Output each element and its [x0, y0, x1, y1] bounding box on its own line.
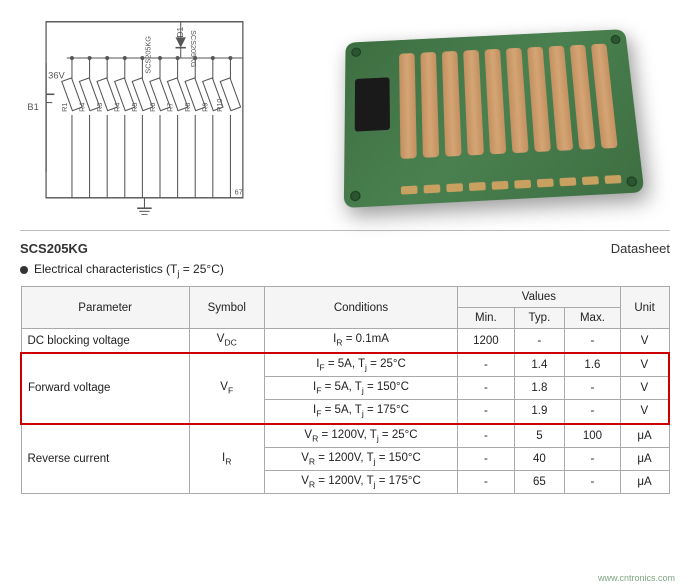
- part-number: SCS205KG: [20, 241, 88, 256]
- min-fv1: -: [458, 353, 514, 377]
- unit-fv1: V: [620, 353, 669, 377]
- min-fv3: -: [458, 400, 514, 424]
- svg-text:D1: D1: [176, 26, 185, 37]
- col-header-unit: Unit: [620, 287, 669, 329]
- svg-text:R1: R1: [60, 103, 69, 112]
- typ-dc-blocking: -: [514, 329, 565, 353]
- svg-text:R10: R10: [215, 99, 224, 112]
- bullet-icon: [20, 266, 28, 274]
- typ-rc2: 40: [514, 447, 565, 470]
- cond-rc1: VR = 1200V, Tj = 25°C: [264, 424, 457, 448]
- unit-fv3: V: [620, 400, 669, 424]
- svg-text:R4: R4: [113, 103, 122, 112]
- max-rc2: -: [565, 447, 620, 470]
- col-header-typ: Typ.: [514, 308, 565, 329]
- col-header-values: Values: [458, 287, 620, 308]
- col-header-min: Min.: [458, 308, 514, 329]
- elec-char-label: Electrical characteristics (Tj = 25°C): [34, 262, 224, 278]
- param-rev-current: Reverse current: [21, 424, 189, 494]
- param-dc-blocking: DC blocking voltage: [21, 329, 189, 353]
- watermark: www.cntronics.com: [598, 573, 675, 583]
- min-rc2: -: [458, 447, 514, 470]
- col-header-conditions: Conditions: [264, 287, 457, 329]
- svg-text:36V: 36V: [48, 71, 65, 81]
- typ-rc3: 65: [514, 471, 565, 494]
- svg-text:R8: R8: [183, 103, 192, 112]
- typ-fv2: 1.8: [514, 376, 565, 399]
- svg-text:GND: GND: [137, 219, 155, 220]
- table-row: DC blocking voltage VDC IR = 0.1mA 1200 …: [21, 329, 669, 353]
- max-fv2: -: [565, 376, 620, 399]
- cond-fv1: IF = 5A, Tj = 25°C: [264, 353, 457, 377]
- param-fwd-voltage: Forward voltage: [21, 353, 189, 424]
- symbol-dc-blocking: VDC: [189, 329, 264, 353]
- col-header-symbol: Symbol: [189, 287, 264, 329]
- max-rc1: 100: [565, 424, 620, 448]
- svg-text:B1: B1: [27, 102, 38, 112]
- max-fv1: 1.6: [565, 353, 620, 377]
- col-header-param: Parameter: [21, 287, 189, 329]
- max-dc-blocking: -: [565, 329, 620, 353]
- cond-rc2: VR = 1200V, Tj = 150°C: [264, 447, 457, 470]
- cond-dc-blocking: IR = 0.1mA: [264, 329, 457, 353]
- section-divider: [20, 230, 670, 231]
- unit-dc-blocking: V: [620, 329, 669, 353]
- max-fv3: -: [565, 400, 620, 424]
- typ-rc1: 5: [514, 424, 565, 448]
- svg-text:SCS205KG: SCS205KG: [144, 36, 153, 74]
- unit-rc1: μA: [620, 424, 669, 448]
- unit-rc2: μA: [620, 447, 669, 470]
- svg-text:R9: R9: [201, 103, 210, 112]
- table-row: Forward voltage VF IF = 5A, Tj = 25°C - …: [21, 353, 669, 377]
- cond-fv3: IF = 5A, Tj = 175°C: [264, 400, 457, 424]
- min-fv2: -: [458, 376, 514, 399]
- svg-text:R4: R4: [77, 103, 86, 112]
- characteristics-table: Parameter Symbol Conditions Values Unit …: [20, 286, 670, 494]
- min-rc3: -: [458, 471, 514, 494]
- svg-text:R3: R3: [95, 103, 104, 112]
- unit-fv2: V: [620, 376, 669, 399]
- svg-text:SCS205KG: SCS205KG: [189, 30, 198, 68]
- min-dc-blocking: 1200: [458, 329, 514, 353]
- typ-fv1: 1.4: [514, 353, 565, 377]
- cond-rc3: VR = 1200V, Tj = 175°C: [264, 471, 457, 494]
- doc-type: Datasheet: [611, 241, 670, 256]
- svg-text:R7: R7: [165, 103, 174, 112]
- svg-text:R6: R6: [148, 103, 157, 112]
- cond-fv2: IF = 5A, Tj = 150°C: [264, 376, 457, 399]
- max-rc3: -: [565, 471, 620, 494]
- col-header-max: Max.: [565, 308, 620, 329]
- svg-text:R5: R5: [130, 103, 139, 112]
- typ-fv3: 1.9: [514, 400, 565, 424]
- table-row: Reverse current IR VR = 1200V, Tj = 25°C…: [21, 424, 669, 448]
- unit-rc3: μA: [620, 471, 669, 494]
- symbol-rev-current: IR: [189, 424, 264, 494]
- svg-text:67: 67: [235, 188, 243, 197]
- min-rc1: -: [458, 424, 514, 448]
- symbol-fwd-voltage: VF: [189, 353, 264, 424]
